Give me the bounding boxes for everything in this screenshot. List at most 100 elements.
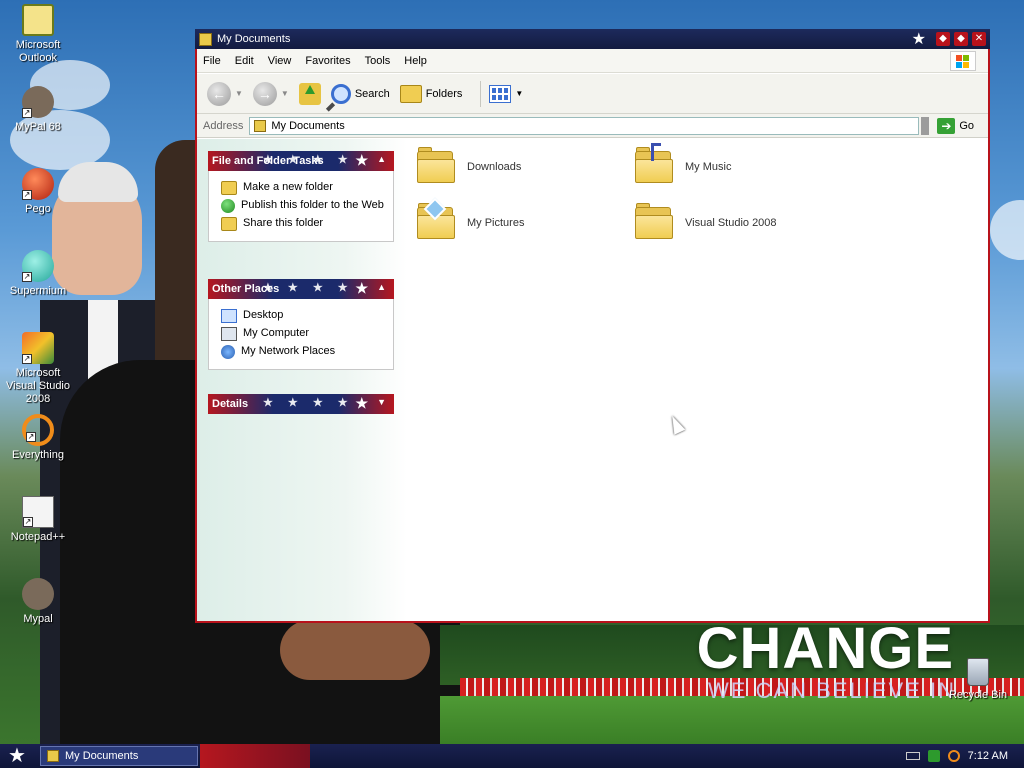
wallpaper-subslogan: WE CAN BELIEVE IN xyxy=(708,678,956,703)
place-network[interactable]: My Network Places xyxy=(221,345,385,359)
desktop-icon-label: Notepad++ xyxy=(10,531,66,543)
stars-decoration: ★ ★ ★ ★ xyxy=(263,397,354,409)
raccoon-icon xyxy=(22,578,54,610)
go-button[interactable]: ➔ Go xyxy=(937,117,974,134)
chevron-down-icon[interactable]: ▼ xyxy=(377,397,386,407)
views-button[interactable]: ▼ xyxy=(489,84,523,103)
chevron-down-icon[interactable]: ▼ xyxy=(235,89,243,98)
task-share-folder[interactable]: Share this folder xyxy=(221,217,385,231)
place-label: My Computer xyxy=(243,327,310,339)
network-icon xyxy=(221,345,235,359)
chevron-up-icon[interactable]: ▲ xyxy=(377,282,386,292)
search-label: Search xyxy=(354,87,390,100)
back-arrow-icon: ← xyxy=(207,81,231,106)
desktop-icon-label: Everything xyxy=(12,449,64,461)
file-folder-tasks-panel: ★ ★ ★ ★ File and Folder Tasks ★ ▲ Make a… xyxy=(208,151,394,242)
desktop-icon-label: MyPal 68 xyxy=(15,121,61,133)
folder-up-icon xyxy=(298,82,321,105)
recycle-bin-icon xyxy=(967,658,989,686)
start-button[interactable]: ★ xyxy=(0,744,34,768)
visual-studio-icon: ↗ xyxy=(22,332,54,364)
minimize-button[interactable]: ◆ xyxy=(936,32,950,46)
shortcut-arrow-icon: ↗ xyxy=(23,517,33,527)
desktop-icon-outlook[interactable]: Microsoft Outlook xyxy=(0,4,76,65)
folder-item-downloads[interactable]: Downloads xyxy=(415,147,521,187)
place-my-computer[interactable]: My Computer xyxy=(221,327,385,341)
pego-icon: ↗ xyxy=(22,168,54,200)
menu-help[interactable]: Help xyxy=(404,55,427,67)
menu-favorites[interactable]: Favorites xyxy=(305,55,350,67)
notepadpp-icon: ↗ xyxy=(22,496,54,528)
folder-icon xyxy=(199,32,212,46)
music-folder-icon xyxy=(633,143,677,187)
task-label: Publish this folder to the Web xyxy=(241,199,384,211)
folder-name: My Pictures xyxy=(467,217,525,229)
panel-header[interactable]: ★ ★ ★ ★ Other Places ★ ▲ xyxy=(208,279,394,299)
back-button[interactable]: ← ▼ xyxy=(207,81,243,106)
place-desktop[interactable]: Desktop xyxy=(221,309,385,323)
globe-icon xyxy=(221,199,235,213)
desktop-icon-visual-studio[interactable]: ↗ Microsoft Visual Studio 2008 xyxy=(0,332,76,406)
title-bar[interactable]: My Documents ★ ◆ ◆ ✕ xyxy=(195,29,990,49)
menu-edit[interactable]: Edit xyxy=(235,55,254,67)
desktop-icon-mypal68[interactable]: ↗ MyPal 68 xyxy=(0,86,76,134)
panel-header[interactable]: ★ ★ ★ ★ Details ★ ▼ xyxy=(208,394,394,414)
menu-bar: File Edit View Favorites Tools Help xyxy=(197,49,988,73)
forward-button[interactable]: → ▼ xyxy=(252,81,289,106)
desktop-icon-pego[interactable]: ↗ Pego xyxy=(0,168,76,216)
maximize-button[interactable]: ◆ xyxy=(954,32,968,46)
up-button[interactable] xyxy=(298,82,321,105)
menu-view[interactable]: View xyxy=(268,55,292,67)
task-publish-web[interactable]: Publish this folder to the Web xyxy=(221,199,385,213)
desktop-icon-notepadpp[interactable]: ↗ Notepad++ xyxy=(0,496,76,544)
address-label: Address xyxy=(203,119,244,132)
desktop-icon-mypal[interactable]: Mypal xyxy=(0,578,76,626)
folders-icon xyxy=(399,84,422,103)
desktop-icon-supermium[interactable]: ↗ Supermium xyxy=(0,250,76,298)
folder-icon xyxy=(415,147,459,187)
panel-title: Other Places xyxy=(212,283,280,295)
keyboard-icon[interactable] xyxy=(905,752,920,760)
menu-file[interactable]: File xyxy=(203,55,221,67)
folder-name: Downloads xyxy=(467,161,522,173)
folder-item-visual-studio[interactable]: Visual Studio 2008 xyxy=(633,203,777,243)
star-icon: ★ xyxy=(911,31,926,48)
star-icon: ★ xyxy=(355,395,368,411)
address-input[interactable]: My Documents xyxy=(249,116,920,135)
task-make-new-folder[interactable]: Make a new folder xyxy=(221,181,385,195)
chevron-down-icon[interactable]: ▼ xyxy=(515,89,523,98)
network-tray-icon[interactable] xyxy=(927,750,940,762)
everything-icon: ↗ xyxy=(22,414,54,446)
clock[interactable]: 7:12 AM xyxy=(968,750,1008,762)
address-dropdown-button[interactable] xyxy=(921,116,930,135)
folder-item-my-music[interactable]: My Music xyxy=(633,143,731,187)
folder-item-my-pictures[interactable]: My Pictures xyxy=(415,197,525,243)
panel-header[interactable]: ★ ★ ★ ★ File and Folder Tasks ★ ▲ xyxy=(208,151,394,171)
outlook-icon xyxy=(22,4,54,36)
desktop-icon-everything[interactable]: ↗ Everything xyxy=(0,414,76,462)
chevron-up-icon[interactable]: ▲ xyxy=(377,154,386,164)
address-value: My Documents xyxy=(271,119,345,132)
new-folder-icon xyxy=(221,181,237,195)
close-button[interactable]: ✕ xyxy=(972,32,986,46)
shortcut-arrow-icon: ↗ xyxy=(22,108,32,118)
search-icon xyxy=(330,83,351,104)
taskbar-button-my-documents[interactable]: My Documents xyxy=(40,746,198,766)
desktop-icon xyxy=(221,309,237,323)
shortcut-arrow-icon: ↗ xyxy=(22,354,32,364)
folder-icon xyxy=(633,203,677,243)
taskbar: ★ My Documents 7:12 AM xyxy=(0,744,1024,768)
desktop-icon-label: Mypal xyxy=(23,613,53,625)
window-title: My Documents xyxy=(217,33,291,45)
menu-tools[interactable]: Tools xyxy=(365,55,391,67)
search-button[interactable]: Search xyxy=(330,83,390,104)
folder-icon xyxy=(47,750,59,762)
folders-button[interactable]: Folders xyxy=(399,84,462,103)
file-list: Downloads My Music My Pictures Visual St… xyxy=(407,139,988,621)
toolbar-divider xyxy=(480,80,482,107)
chevron-down-icon[interactable]: ▼ xyxy=(281,89,289,98)
desktop-icon-recycle-bin[interactable]: Recycle Bin xyxy=(946,658,1010,701)
everything-tray-icon[interactable] xyxy=(947,750,960,762)
other-places-panel: ★ ★ ★ ★ Other Places ★ ▲ Desktop My Comp… xyxy=(208,279,394,370)
panel-title: File and Folder Tasks xyxy=(212,155,324,167)
